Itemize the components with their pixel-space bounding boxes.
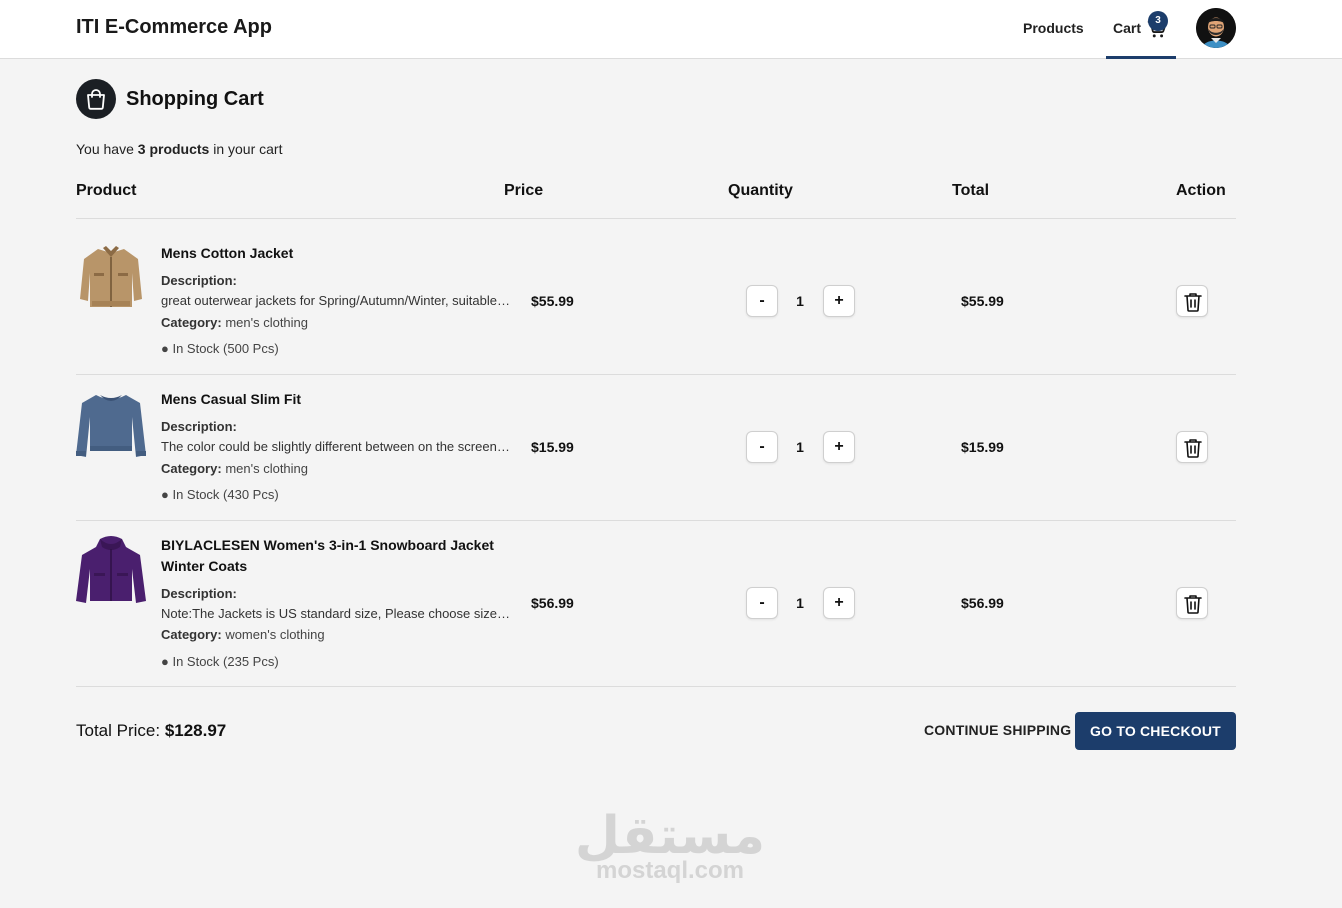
- description-label: Description:: [161, 419, 237, 434]
- description-label: Description:: [161, 586, 237, 601]
- product-category: Category: men's clothing: [161, 461, 308, 476]
- product-price: $55.99: [531, 293, 574, 309]
- summary-count: 3 products: [137, 141, 210, 157]
- shopping-bag-icon: [87, 89, 105, 110]
- increase-quantity-button[interactable]: +: [823, 587, 855, 619]
- watermark-arabic: مستقل: [574, 806, 766, 866]
- product-price: $56.99: [531, 595, 574, 611]
- category-value: women's clothing: [225, 627, 325, 642]
- continue-shopping-button[interactable]: CONTINUE SHIPPING: [924, 722, 1071, 738]
- trash-icon: [1184, 293, 1202, 312]
- decrease-quantity-button[interactable]: -: [746, 285, 778, 317]
- decrease-quantity-button[interactable]: -: [746, 431, 778, 463]
- product-category: Category: women's clothing: [161, 627, 325, 642]
- description-text: The color could be slightly different be…: [161, 439, 511, 454]
- increase-quantity-button[interactable]: +: [823, 431, 855, 463]
- stock-status: ● In Stock (500 Pcs): [161, 341, 279, 356]
- watermark-latin: mostaql.com: [595, 857, 745, 884]
- column-header-total: Total: [952, 182, 990, 199]
- quantity-value: 1: [796, 595, 804, 611]
- column-header-price: Price: [504, 182, 544, 199]
- user-avatar[interactable]: [1196, 8, 1236, 48]
- avatar-illustration: [1196, 8, 1236, 48]
- checkout-button[interactable]: GO TO CHECKOUT: [1075, 712, 1236, 750]
- quantity-value: 1: [796, 293, 804, 309]
- product-price: $15.99: [531, 439, 574, 455]
- line-total: $56.99: [961, 595, 1004, 611]
- summary-prefix: You have: [76, 141, 138, 157]
- remove-item-button[interactable]: [1176, 431, 1208, 463]
- product-category: Category: men's clothing: [161, 315, 308, 330]
- stock-status: ● In Stock (235 Pcs): [161, 654, 279, 669]
- description-text: great outerwear jackets for Spring/Autum…: [161, 293, 511, 308]
- top-navbar: ITI E-Commerce App Products Cart 3: [0, 0, 1342, 59]
- product-image-slim-fit-shirt[interactable]: [76, 389, 146, 459]
- product-image-snowboard-jacket[interactable]: [76, 535, 146, 605]
- line-total: $55.99: [961, 293, 1004, 309]
- product-image-cotton-jacket[interactable]: [76, 243, 146, 313]
- product-name[interactable]: BIYLACLESEN Women's 3-in-1 Snowboard Jac…: [161, 535, 511, 577]
- cart-summary-text: You have 3 products in your cart: [76, 141, 282, 157]
- shopping-bag-badge: [76, 79, 116, 119]
- remove-item-button[interactable]: [1176, 285, 1208, 317]
- remove-item-button[interactable]: [1176, 587, 1208, 619]
- decrease-quantity-button[interactable]: -: [746, 587, 778, 619]
- nav-cart-label: Cart: [1113, 20, 1142, 36]
- column-header-action: Action: [1176, 182, 1226, 199]
- trash-icon: [1184, 595, 1202, 614]
- cart-row: BIYLACLESEN Women's 3-in-1 Snowboard Jac…: [76, 521, 1236, 686]
- watermark-logo: مستقل mostaql.com: [570, 808, 770, 884]
- nav-products-link[interactable]: Products: [1023, 20, 1084, 36]
- category-label: Category:: [161, 461, 222, 476]
- page-title: Shopping Cart: [126, 88, 264, 110]
- column-header-quantity: Quantity: [728, 182, 793, 199]
- total-price-value: $128.97: [164, 721, 227, 740]
- increase-quantity-button[interactable]: +: [823, 285, 855, 317]
- nav-cart-link[interactable]: Cart 3: [1106, 0, 1176, 59]
- cart-row: Mens Casual Slim Fit Description: The co…: [76, 375, 1236, 520]
- cart-row: Mens Cotton Jacket Description: great ou…: [76, 219, 1236, 374]
- cart-total: Total Price: $128.97: [76, 721, 226, 741]
- category-label: Category:: [161, 315, 222, 330]
- quantity-value: 1: [796, 439, 804, 455]
- stock-status: ● In Stock (430 Pcs): [161, 487, 279, 502]
- line-total: $15.99: [961, 439, 1004, 455]
- summary-suffix: in your cart: [209, 141, 283, 157]
- product-name[interactable]: Mens Casual Slim Fit: [161, 389, 511, 410]
- description-label: Description:: [161, 273, 237, 288]
- total-price-label: Total Price:: [76, 721, 165, 740]
- description-text: Note:The Jackets is US standard size, Pl…: [161, 606, 511, 621]
- divider: [76, 686, 1236, 687]
- trash-icon: [1184, 439, 1202, 458]
- cart-count-badge: 3: [1148, 11, 1168, 31]
- column-header-product: Product: [76, 182, 137, 199]
- category-value: men's clothing: [225, 315, 309, 330]
- product-name[interactable]: Mens Cotton Jacket: [161, 243, 511, 264]
- app-title[interactable]: ITI E-Commerce App: [76, 16, 272, 39]
- category-value: men's clothing: [225, 461, 309, 476]
- category-label: Category:: [161, 627, 222, 642]
